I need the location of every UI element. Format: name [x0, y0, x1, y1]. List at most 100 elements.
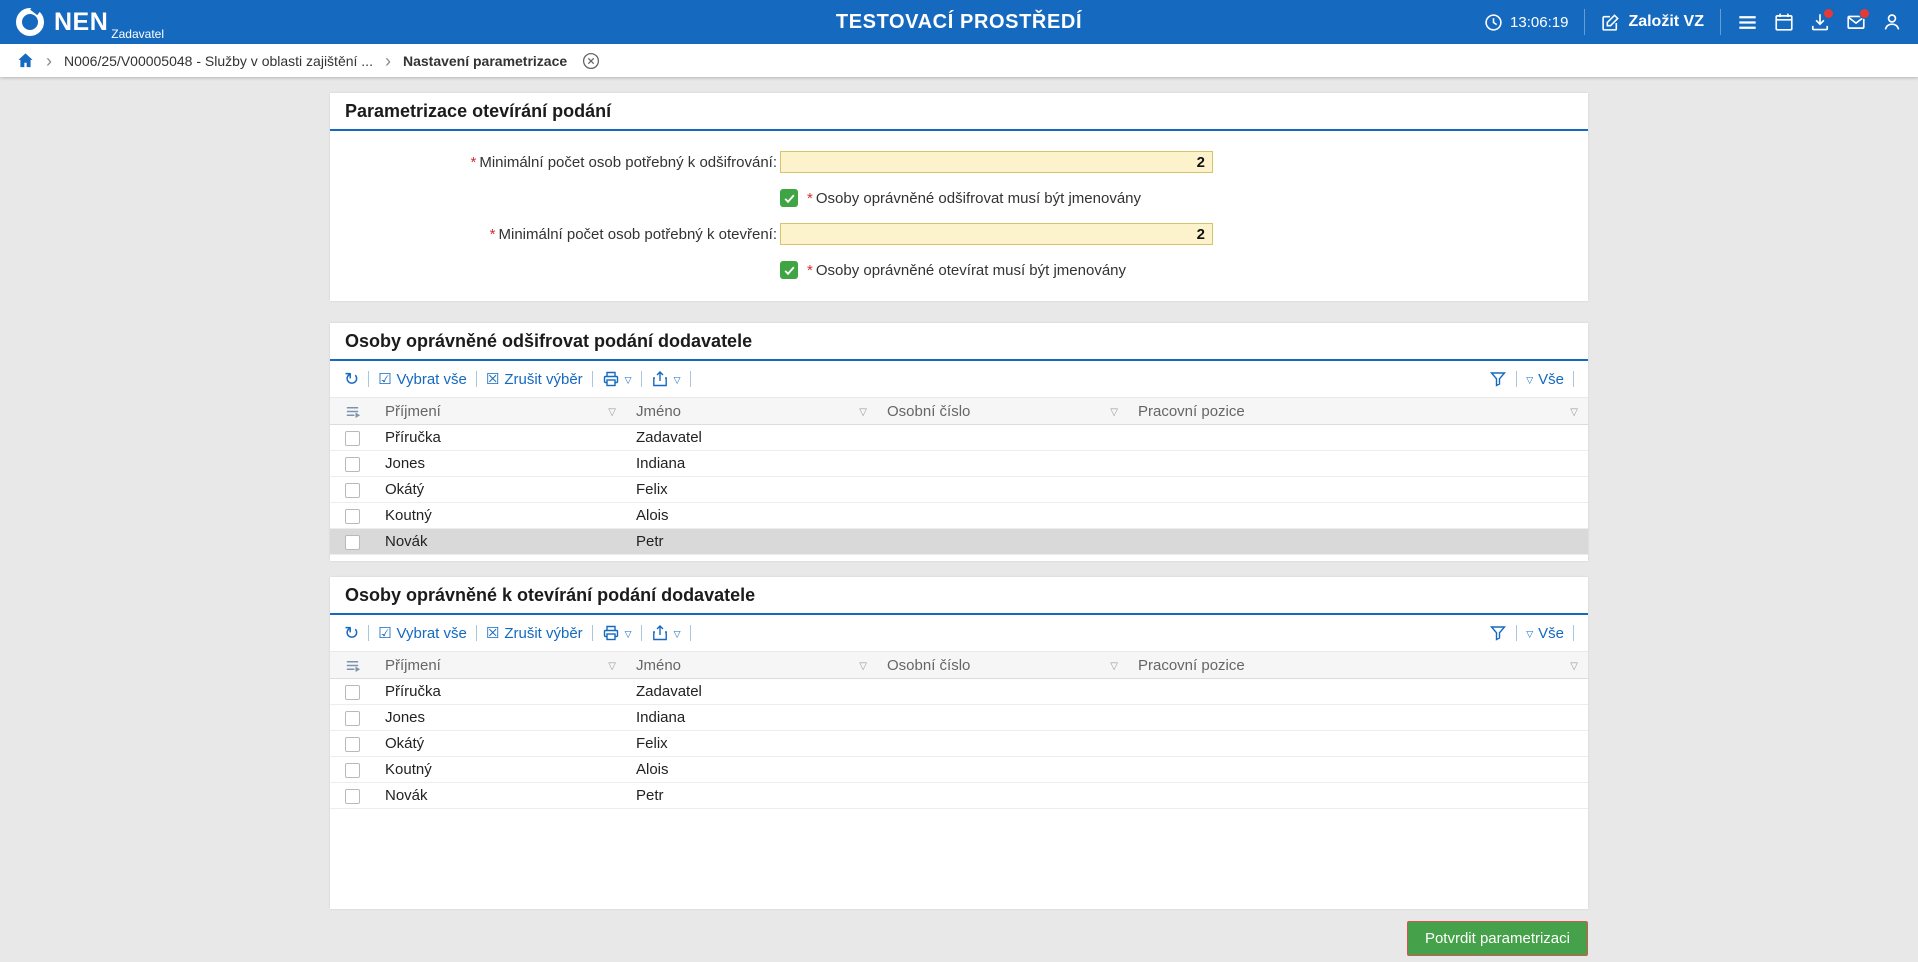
close-tab-button[interactable] [582, 52, 600, 70]
row-checkbox[interactable] [345, 763, 360, 778]
column-header-pracovni-pozice[interactable]: Pracovní pozice▽ [1128, 398, 1588, 425]
column-settings-icon [330, 657, 375, 674]
filter-triangle-icon[interactable]: ▽ [1570, 407, 1578, 418]
row-checkbox[interactable] [345, 509, 360, 524]
confirm-parametrization-button[interactable]: Potvrdit parametrizaci [1407, 921, 1588, 956]
cell-osobni-cislo [877, 529, 1128, 555]
table-row[interactable]: Novák Petr [330, 529, 1588, 555]
create-vz-button[interactable]: Založit VZ [1601, 13, 1704, 32]
column-header-jmeno[interactable]: Jméno▽ [626, 652, 877, 679]
refresh-button[interactable]: ↻ [344, 370, 359, 388]
print-button[interactable]: ▽ [602, 370, 632, 388]
check-icon [783, 264, 796, 277]
table-row[interactable]: Příručka Zadavatel [330, 679, 1588, 705]
table-row[interactable]: Okátý Felix [330, 731, 1588, 757]
clear-selection-button[interactable]: ☒ Zrušit výběr [486, 625, 583, 642]
open-named-checkbox[interactable] [780, 261, 798, 279]
cell-jmeno: Zadavatel [626, 425, 877, 451]
column-header-osobni-cislo[interactable]: Osobní číslo▽ [877, 398, 1128, 425]
column-settings-header[interactable] [330, 398, 375, 425]
export-button[interactable]: ▽ [651, 370, 681, 388]
select-all-button[interactable]: ☑ Vybrat vše [378, 371, 467, 388]
decrypt-table-toolbar: ↻ ☑ Vybrat vše ☒ Zrušit výběr ▽ [330, 361, 1588, 397]
caret-down-icon: ▽ [625, 375, 632, 386]
calendar-button[interactable] [1774, 12, 1794, 32]
cell-prijmeni: Koutný [375, 757, 626, 783]
home-button[interactable] [17, 52, 34, 69]
menu-button[interactable] [1737, 12, 1758, 33]
column-settings-header[interactable] [330, 652, 375, 679]
filter-triangle-icon[interactable]: ▽ [1110, 407, 1118, 418]
top-bar: NEN Zadavatel TESTOVACÍ PROSTŘEDÍ 13:06:… [0, 0, 1918, 44]
row-checkbox[interactable] [345, 457, 360, 472]
refresh-button[interactable]: ↻ [344, 624, 359, 642]
row-checkbox[interactable] [345, 685, 360, 700]
required-marker: * [471, 154, 477, 171]
table-row[interactable]: Jones Indiana [330, 705, 1588, 731]
filter-button[interactable] [1489, 624, 1507, 642]
column-header-prijmeni[interactable]: Příjmení▽ [375, 398, 626, 425]
decrypt-named-checkbox[interactable] [780, 189, 798, 207]
table-row[interactable]: Koutný Alois [330, 757, 1588, 783]
row-checkbox[interactable] [345, 711, 360, 726]
view-all-button[interactable]: ▽ Vše [1526, 625, 1564, 642]
column-header-prijmeni[interactable]: Příjmení▽ [375, 652, 626, 679]
column-header-osobni-cislo[interactable]: Osobní číslo▽ [877, 652, 1128, 679]
profile-button[interactable] [1882, 12, 1902, 32]
column-header-jmeno[interactable]: Jméno▽ [626, 398, 877, 425]
open-count-input[interactable] [780, 223, 1213, 245]
filter-button[interactable] [1489, 370, 1507, 388]
view-all-button[interactable]: ▽ Vše [1526, 371, 1564, 388]
table-row[interactable]: Koutný Alois [330, 503, 1588, 529]
table-row[interactable]: Jones Indiana [330, 451, 1588, 477]
table-row[interactable]: Novák Petr [330, 783, 1588, 809]
row-checkbox[interactable] [345, 789, 360, 804]
refresh-icon: ↻ [344, 370, 359, 388]
form-row-decrypt-count: *Minimální počet osob potřebný k odšifro… [330, 151, 1588, 173]
topbar-separator [1720, 9, 1721, 35]
filter-triangle-icon[interactable]: ▽ [608, 407, 616, 418]
cell-prijmeni: Okátý [375, 731, 626, 757]
row-checkbox[interactable] [345, 483, 360, 498]
cell-osobni-cislo [877, 679, 1128, 705]
caret-down-icon: ▽ [674, 629, 681, 640]
cell-pracovni-pozice [1128, 503, 1588, 529]
section-title-parametrization: Parametrizace otevírání podání [330, 93, 1588, 131]
check-icon [783, 192, 796, 205]
column-header-pracovni-pozice[interactable]: Pracovní pozice▽ [1128, 652, 1588, 679]
print-button[interactable]: ▽ [602, 624, 632, 642]
select-all-icon: ☑ [378, 626, 391, 641]
create-vz-label: Založit VZ [1628, 13, 1704, 31]
toolbar-separator [1516, 625, 1517, 641]
environment-title: TESTOVACÍ PROSTŘEDÍ [836, 11, 1082, 34]
decrypt-persons-card: Osoby oprávněné odšifrovat podání dodava… [330, 323, 1588, 561]
downloads-button[interactable] [1810, 12, 1830, 32]
select-all-button[interactable]: ☑ Vybrat vše [378, 625, 467, 642]
table-header-row: Příjmení▽ Jméno▽ Osobní číslo▽ Pracovní … [330, 652, 1588, 679]
form-row-open-count: *Minimální počet osob potřebný k otevřen… [330, 223, 1588, 245]
mail-icon [1846, 12, 1866, 32]
table-row[interactable]: Příručka Zadavatel [330, 425, 1588, 451]
filter-triangle-icon[interactable]: ▽ [1570, 661, 1578, 672]
filter-triangle-icon[interactable]: ▽ [1110, 661, 1118, 672]
messages-button[interactable] [1846, 12, 1866, 32]
cell-prijmeni: Novák [375, 529, 626, 555]
nen-logo-icon [16, 8, 44, 36]
cell-prijmeni: Jones [375, 451, 626, 477]
clear-selection-button[interactable]: ☒ Zrušit výběr [486, 371, 583, 388]
clear-selection-icon: ☒ [486, 626, 499, 641]
open-persons-card: Osoby oprávněné k otevírání podání dodav… [330, 577, 1588, 909]
filter-triangle-icon[interactable]: ▽ [859, 407, 867, 418]
row-checkbox[interactable] [345, 737, 360, 752]
checkbox-row-open-named: *Osoby oprávněné otevírat musí být jmeno… [780, 261, 1588, 279]
decrypt-count-input[interactable] [780, 151, 1213, 173]
filter-triangle-icon[interactable]: ▽ [608, 661, 616, 672]
filter-triangle-icon[interactable]: ▽ [859, 661, 867, 672]
table-row[interactable]: Okátý Felix [330, 477, 1588, 503]
row-checkbox[interactable] [345, 431, 360, 446]
nen-logo[interactable]: NEN Zadavatel [16, 8, 164, 36]
breadcrumb-item-procedure[interactable]: N006/25/V00005048 - Služby v oblasti zaj… [64, 53, 373, 69]
row-checkbox[interactable] [345, 535, 360, 550]
export-button[interactable]: ▽ [651, 624, 681, 642]
printer-icon [602, 624, 620, 642]
